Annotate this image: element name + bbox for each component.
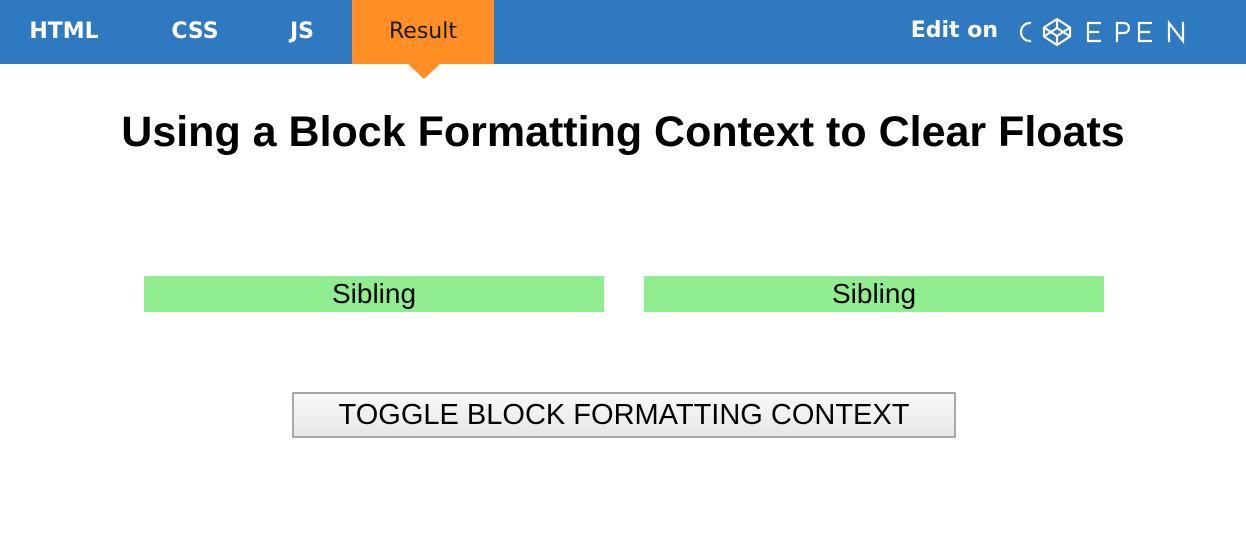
codepen-logo (1019, 17, 1185, 47)
tab-css[interactable]: CSS (140, 0, 250, 64)
page-title: Using a Block Formatting Context to Clea… (121, 108, 1125, 156)
tab-result[interactable]: Result (352, 0, 494, 64)
sibling-box-2: Sibling (644, 276, 1104, 312)
active-tab-pointer (408, 64, 440, 79)
sibling-box-1: Sibling (144, 276, 604, 312)
codepen-embed-header: HTML CSS JS Result Edit on (0, 0, 1246, 64)
edit-on-codepen-link[interactable]: Edit on (906, 0, 1246, 64)
tab-js[interactable]: JS (262, 0, 342, 64)
edit-on-label: Edit on (910, 18, 998, 43)
tab-html[interactable]: HTML (0, 0, 128, 64)
toggle-bfc-button[interactable]: TOGGLE BLOCK FORMATTING CONTEXT (292, 392, 956, 438)
codepen-cube-icon (1042, 17, 1072, 47)
